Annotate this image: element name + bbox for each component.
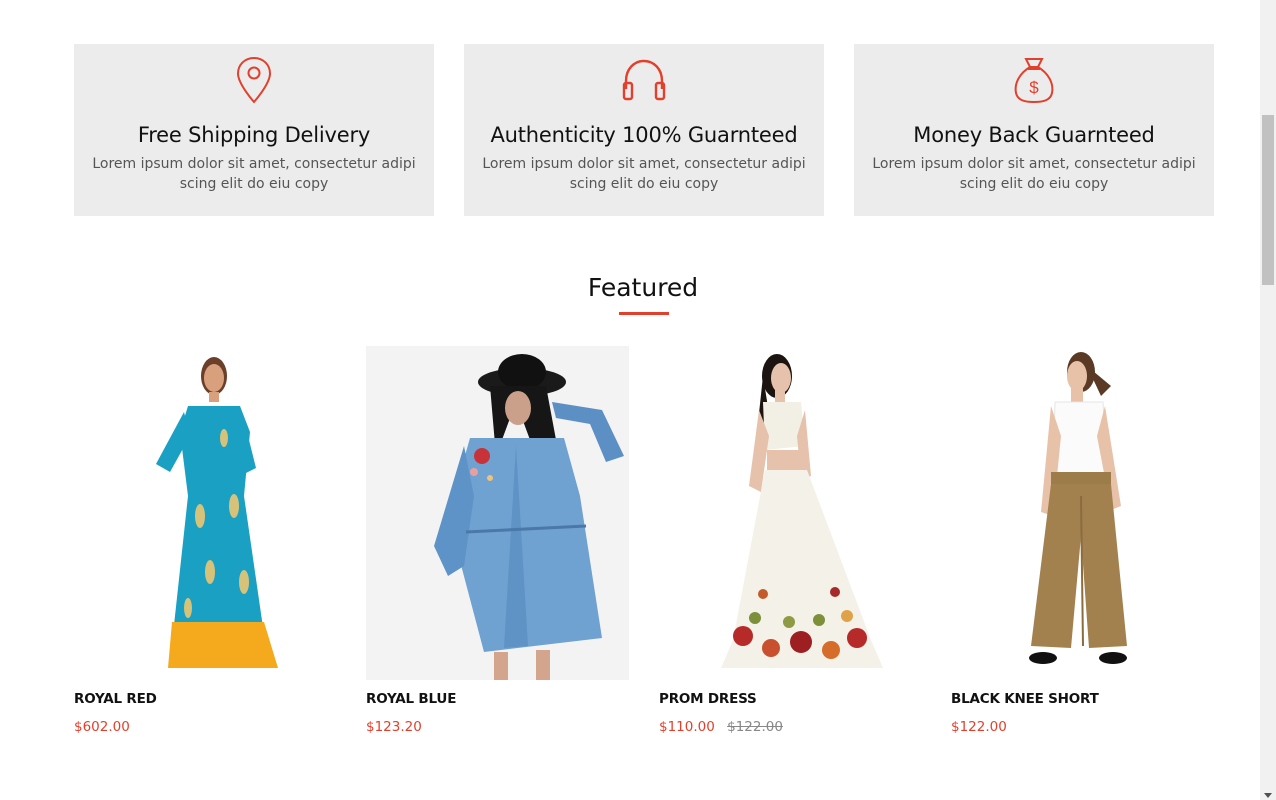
product-image-black-knee-short[interactable] — [951, 346, 1214, 680]
location-pin-icon — [236, 56, 272, 104]
title-underline — [619, 312, 669, 315]
scroll-down-arrow-icon[interactable] — [1264, 793, 1272, 798]
feature-description: Lorem ipsum dolor sit amet, consectetur … — [872, 156, 1196, 192]
vertical-scrollbar[interactable] — [1260, 0, 1276, 800]
product-image-prom-dress[interactable] — [659, 346, 922, 680]
product-price: $602.00 — [74, 719, 130, 735]
feature-money-back: $ Money Back Guarnteed Lorem ipsum dolor… — [854, 44, 1214, 216]
product-name[interactable]: PROM DRESS — [659, 690, 922, 708]
price-row: $123.20 — [366, 718, 629, 736]
product-price: $110.00 — [659, 719, 715, 735]
money-bag-icon: $ — [1014, 58, 1054, 104]
svg-text:$: $ — [1029, 78, 1039, 97]
headphones-icon — [622, 59, 666, 101]
product-card[interactable]: BLACK KNEE SHORT $122.00 — [951, 346, 1214, 746]
page: Free Shipping Delivery Lorem ipsum dolor… — [0, 0, 1276, 800]
feature-description: Lorem ipsum dolor sit amet, consectetur … — [92, 156, 416, 192]
product-grid: ROYAL RED $602.00 ROYAL BLUE $123.20 PRO… — [74, 346, 1214, 766]
product-card[interactable]: ROYAL BLUE $123.20 — [366, 346, 629, 746]
product-image-royal-red[interactable] — [74, 346, 337, 680]
product-name[interactable]: ROYAL RED — [74, 690, 337, 708]
feature-free-shipping: Free Shipping Delivery Lorem ipsum dolor… — [74, 44, 434, 216]
price-row: $602.00 — [74, 718, 337, 736]
product-image-royal-blue[interactable] — [366, 346, 629, 680]
product-name[interactable]: ROYAL BLUE — [366, 690, 629, 708]
product-old-price: $122.00 — [727, 719, 783, 735]
features-row: Free Shipping Delivery Lorem ipsum dolor… — [74, 44, 1214, 216]
product-price: $122.00 — [951, 719, 1007, 735]
product-card[interactable]: ROYAL RED $602.00 — [74, 346, 337, 746]
price-row: $122.00 — [951, 718, 1214, 736]
product-name[interactable]: BLACK KNEE SHORT — [951, 690, 1214, 708]
feature-title: Money Back Guarnteed — [913, 123, 1155, 147]
feature-title: Authenticity 100% Guarnteed — [490, 123, 798, 147]
scrollbar-thumb[interactable] — [1262, 115, 1274, 285]
section-title: Featured — [587, 273, 699, 302]
product-price: $123.20 — [366, 719, 422, 735]
feature-title: Free Shipping Delivery — [137, 123, 371, 147]
product-card[interactable]: PROM DRESS $110.00 $122.00 — [659, 346, 922, 746]
price-row: $110.00 $122.00 — [659, 718, 922, 736]
feature-description: Lorem ipsum dolor sit amet, consectetur … — [482, 156, 806, 192]
feature-authenticity: Authenticity 100% Guarnteed Lorem ipsum … — [464, 44, 824, 216]
